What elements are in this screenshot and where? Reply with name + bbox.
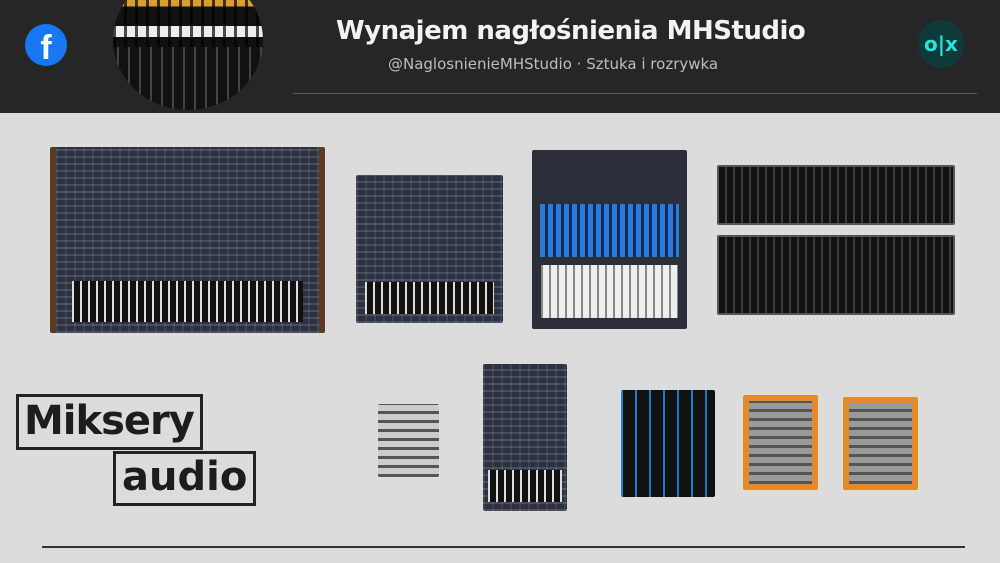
stagebox-image xyxy=(717,235,955,315)
mixer-image-large xyxy=(50,147,325,333)
page-subtitle: @NaglosnienieMHStudio · Sztuka i rozrywk… xyxy=(388,55,719,73)
divider xyxy=(293,93,977,94)
mixer-image-orange xyxy=(843,397,918,490)
mixer-image-digital xyxy=(532,150,687,329)
mixer-image xyxy=(483,364,567,511)
facebook-icon[interactable]: f xyxy=(25,24,67,66)
logo-audio: audio xyxy=(113,451,257,506)
mixer-image xyxy=(621,390,715,497)
mixer-image-orange xyxy=(743,395,818,490)
bottom-divider xyxy=(42,546,965,548)
page-title: Wynajem nagłośnienia MHStudio xyxy=(336,16,806,46)
mixer-image xyxy=(356,175,503,323)
stagebox-image xyxy=(717,165,955,225)
profile-photo-mixer[interactable] xyxy=(113,0,263,110)
logo-miksery: Miksery xyxy=(16,394,203,450)
header: f Wynajem nagłośnienia MHStudio @Naglosn… xyxy=(0,0,1000,113)
mixer-image-small xyxy=(378,404,439,477)
olx-icon[interactable]: o|x xyxy=(918,20,964,68)
